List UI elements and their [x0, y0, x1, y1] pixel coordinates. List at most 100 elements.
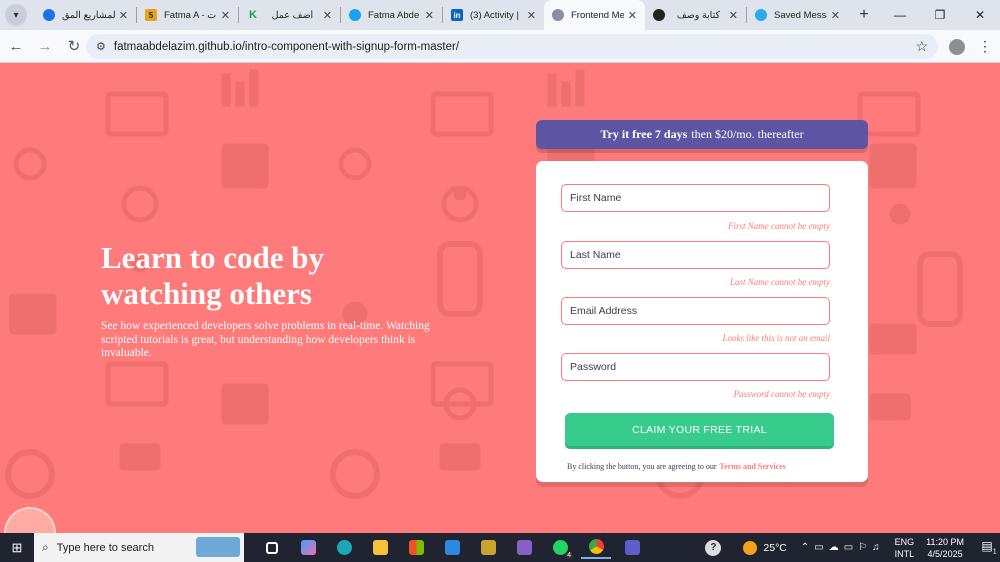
back-arrow-icon[interactable]: ←	[3, 38, 29, 55]
new-tab-button[interactable]: +	[852, 6, 876, 24]
tab-close-icon[interactable]: ✕	[628, 9, 637, 22]
paint-icon[interactable]	[473, 537, 503, 559]
profile-avatar[interactable]	[949, 39, 965, 55]
clock-time: 11:20 PM	[926, 536, 964, 547]
whatsapp-badge: 4	[565, 551, 573, 559]
tab-favicon-icon	[43, 9, 55, 21]
last-name-error: Last Name cannot be empty	[730, 277, 830, 287]
search-placeholder: Type here to search	[56, 541, 154, 554]
browser-tab[interactable]: 5 Fatma A - ت ✕	[137, 0, 238, 30]
claim-free-trial-button[interactable]: CLAIM YOUR FREE TRIAL	[565, 413, 834, 446]
language-indicator[interactable]: ENG INTL	[895, 536, 915, 560]
browser-tab[interactable]: كتابة وصف ✕	[645, 0, 746, 30]
weather-widget[interactable]: 25°C	[743, 540, 787, 555]
browser-tab-active[interactable]: Frontend Me ✕	[544, 0, 645, 30]
restore-icon[interactable]: ❐	[920, 8, 960, 22]
tab-close-icon[interactable]: ✕	[119, 9, 128, 22]
trial-bold-text: Try it free 7 days	[600, 127, 688, 141]
first-name-placeholder: First Name	[570, 192, 622, 204]
help-icon[interactable]: ?	[705, 539, 722, 556]
menu-kebab-icon[interactable]: ⋮	[978, 38, 992, 55]
tab-label: (3) Activity |	[470, 9, 519, 21]
terms-notice: By clicking the button, you are agreeing…	[567, 462, 786, 471]
password-field[interactable]: Password	[561, 353, 830, 381]
hero-title-line1: Learn to code by	[101, 240, 325, 275]
password-error: Password cannot be empty	[733, 389, 830, 399]
tab-close-icon[interactable]: ✕	[425, 9, 434, 22]
last-name-field[interactable]: Last Name	[561, 241, 830, 269]
chrome-icon[interactable]	[581, 537, 611, 559]
tab-close-icon[interactable]: ✕	[527, 9, 536, 22]
teams-icon[interactable]	[617, 537, 647, 559]
store-icon[interactable]	[401, 537, 431, 559]
forward-arrow-icon[interactable]: →	[32, 38, 58, 55]
telegram-icon	[755, 9, 767, 21]
signup-form: First Name First Name cannot be empty La…	[536, 161, 868, 482]
password-placeholder: Password	[570, 361, 617, 373]
last-name-placeholder: Last Name	[570, 249, 621, 261]
tab-label: Saved Messa	[774, 9, 827, 21]
browser-tab[interactable]: Fatma Abde ✕	[341, 0, 442, 30]
page-content: Learn to code by watching others See how…	[0, 64, 1000, 533]
window-controls: — ❐ ✕	[880, 0, 1000, 30]
first-name-field[interactable]: First Name	[561, 184, 830, 212]
chevron-down-icon: ▾	[13, 9, 19, 21]
browser-tab[interactable]: K أضف عمل ✕	[239, 0, 340, 30]
edge-icon[interactable]	[329, 537, 359, 559]
close-window-icon[interactable]: ✕	[960, 8, 1000, 22]
reload-icon[interactable]: ↻	[61, 37, 87, 55]
tab-search-button[interactable]: ▾	[5, 4, 27, 26]
bookmark-star-icon[interactable]: ☆	[915, 38, 928, 55]
task-view-icon[interactable]	[257, 537, 287, 559]
site-info-icon[interactable]: ⚙	[96, 40, 106, 53]
email-placeholder: Email Address	[570, 305, 638, 317]
linkedin-icon: in	[451, 9, 463, 21]
tab-label: كتابة وصف	[676, 9, 720, 21]
search-highlight-image	[196, 537, 240, 557]
address-bar: ← → ↻ ⚙ fatmaabdelazim.github.io/intro-c…	[0, 30, 1000, 63]
copilot-icon[interactable]	[293, 537, 323, 559]
clock[interactable]: 11:20 PM 4/5/2025	[926, 536, 964, 560]
windows-start-icon[interactable]: ⊞	[0, 540, 34, 556]
hero-title-line2: watching others	[101, 276, 312, 311]
system-tray: ? 25°C ⌃▭☁▭⚐♫ ENG INTL 11:20 PM 4/5/2025…	[705, 533, 1000, 562]
notification-icon[interactable]: ▤1	[978, 539, 1000, 555]
tab-close-icon[interactable]: ✕	[221, 9, 230, 22]
tab-close-icon[interactable]: ✕	[323, 9, 332, 22]
weather-temp: 25°C	[763, 541, 787, 554]
browser-tab[interactable]: Saved Messa ✕	[747, 0, 848, 30]
file-explorer-icon[interactable]	[365, 537, 395, 559]
browser-tab[interactable]: المشاريع المق ✕	[35, 0, 136, 30]
tab-favicon-icon	[349, 9, 361, 21]
terms-text: By clicking the button, you are agreeing…	[567, 462, 717, 471]
visual-studio-icon[interactable]	[509, 537, 539, 559]
tab-label: المشاريع المق	[62, 9, 115, 21]
search-icon: ⌕	[42, 540, 49, 554]
tray-icons[interactable]: ⌃▭☁▭⚐♫	[801, 542, 885, 553]
tab-favicon-icon: K	[249, 9, 257, 21]
notification-count: 1	[992, 548, 997, 556]
minimize-icon[interactable]: —	[880, 8, 920, 22]
vscode-icon[interactable]	[437, 537, 467, 559]
taskbar: ⊞ ⌕ Type here to search 4 ? 25°C ⌃▭☁▭⚐♫ …	[0, 533, 1000, 562]
first-name-error: First Name cannot be empty	[728, 221, 830, 231]
tab-close-icon[interactable]: ✕	[831, 9, 840, 22]
tab-strip: ▾ المشاريع المق ✕ 5 Fatma A - ت ✕ K أضف …	[0, 0, 1000, 30]
taskbar-search[interactable]: ⌕ Type here to search	[34, 533, 244, 562]
url-text: fatmaabdelazim.github.io/intro-component…	[113, 40, 460, 53]
tab-label: أضف عمل	[271, 9, 314, 21]
browser-tab[interactable]: in (3) Activity | ✕	[443, 0, 544, 30]
tab-close-icon[interactable]: ✕	[729, 9, 738, 22]
weather-icon	[743, 540, 758, 555]
email-error: Looks like this is not an email	[722, 333, 831, 343]
tab-label: Fatma Abde	[368, 9, 420, 21]
tab-label: Fatma A - ت	[164, 9, 217, 21]
terms-link[interactable]: Terms and Services	[720, 462, 786, 471]
url-field[interactable]: ⚙ fatmaabdelazim.github.io/intro-compone…	[86, 34, 938, 59]
whatsapp-icon[interactable]: 4	[545, 537, 575, 559]
trial-rest-text: then $20/mo. thereafter	[691, 127, 804, 141]
tab-favicon-icon	[653, 9, 665, 21]
lang-line1: ENG	[894, 536, 915, 547]
hero-section: Learn to code by watching others See how…	[101, 240, 441, 361]
email-field[interactable]: Email Address	[561, 297, 830, 325]
